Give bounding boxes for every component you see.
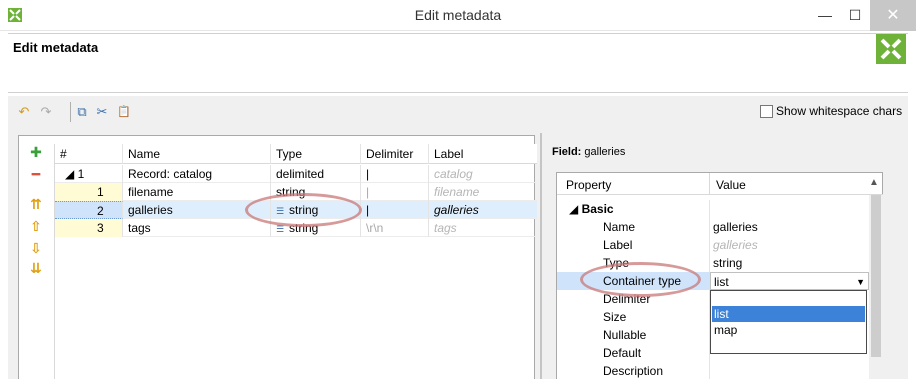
row-delimiter: | <box>361 201 429 219</box>
row-number: ◢ 1 <box>55 165 123 183</box>
field-title-prefix: Field: <box>552 146 582 158</box>
panel-divider[interactable] <box>540 133 542 379</box>
window-title: Edit metadata <box>414 7 502 23</box>
add-field-icon[interactable]: ✚ <box>28 144 44 160</box>
copy-icon[interactable]: ⧉ <box>74 104 90 120</box>
column-divider <box>709 218 710 236</box>
dialog-header: Edit metadata <box>8 33 908 93</box>
column-header-value[interactable]: Value <box>716 178 746 192</box>
column-header-name[interactable]: Name <box>123 144 271 164</box>
paste-icon[interactable]: 📋 <box>116 104 132 120</box>
move-up-icon[interactable]: ⇧ <box>28 218 44 234</box>
column-divider <box>709 236 710 254</box>
row-number: 2 <box>55 201 123 219</box>
property-name: Size <box>603 310 627 324</box>
column-header-property[interactable]: Property <box>566 178 611 192</box>
close-button[interactable]: ✕ <box>870 0 916 31</box>
row-label: catalog <box>434 167 473 181</box>
property-value: string <box>713 256 743 270</box>
move-bottom-icon[interactable]: ⇊ <box>28 260 44 276</box>
maximize-button[interactable]: ☐ <box>840 0 870 31</box>
row-label: galleries <box>434 203 479 217</box>
metadata-panel: ✚ ━ ⇈ ⇧ ⇩ ⇊ # Name Type Delimiter Label … <box>18 135 537 379</box>
row-delimiter: | <box>361 183 429 201</box>
toolbar: ↶ ↷ ⧉ ✂ 📋 Show whitespace chars <box>8 96 908 128</box>
property-name: Nullable <box>603 328 647 342</box>
column-divider <box>709 254 710 272</box>
column-divider <box>709 362 710 379</box>
row-tools: ✚ ━ ⇈ ⇧ ⇩ ⇊ <box>19 136 53 379</box>
basic-group[interactable]: ◢ Basic <box>557 200 869 218</box>
property-header: Property Value ▲ <box>557 173 883 195</box>
row-name: filename <box>123 183 271 201</box>
redo-icon[interactable]: ↷ <box>38 104 54 120</box>
row-name: Record: catalog <box>123 165 271 183</box>
dropdown-option-map[interactable]: map <box>712 322 865 338</box>
property-value: galleries <box>713 238 758 252</box>
title-bar: Edit metadata — ☐ ✕ <box>0 0 916 31</box>
column-divider <box>709 200 710 218</box>
property-name: Label <box>603 238 633 252</box>
property-row-label[interactable]: Label galleries <box>557 236 869 254</box>
property-row-name[interactable]: Name galleries <box>557 218 869 236</box>
scrollbar-thumb[interactable] <box>871 195 881 357</box>
property-row-description[interactable]: Description <box>557 362 869 379</box>
move-top-icon[interactable]: ⇈ <box>28 196 44 212</box>
minimize-button[interactable]: — <box>810 0 840 31</box>
row-label: tags <box>434 221 457 235</box>
property-name: Description <box>603 364 664 378</box>
toolbar-separator <box>70 102 71 122</box>
vertical-scrollbar[interactable] <box>869 195 883 379</box>
field-title-value: galleries <box>584 146 626 158</box>
cut-icon[interactable]: ✂ <box>94 104 110 120</box>
dropdown-option-list[interactable]: list <box>712 306 865 322</box>
select-value: list <box>714 275 729 289</box>
grid-header: # Name Type Delimiter Label <box>55 144 537 164</box>
show-whitespace-label: Show whitespace chars <box>776 104 903 118</box>
row-label: filename <box>434 185 480 199</box>
highlight-oval <box>580 262 701 297</box>
container-type-dropdown: list map <box>710 290 867 354</box>
highlight-oval <box>245 193 362 227</box>
scroll-up-icon[interactable]: ▲ <box>869 177 879 188</box>
property-name: Default <box>603 346 642 360</box>
remove-field-icon[interactable]: ━ <box>28 166 44 182</box>
field-title: Field: galleries <box>552 146 625 158</box>
chevron-down-icon[interactable]: ▼ <box>856 273 865 291</box>
column-header-delimiter[interactable]: Delimiter <box>361 144 429 164</box>
row-type: delimited <box>271 165 361 183</box>
column-header-number[interactable]: # <box>55 144 123 164</box>
property-value: galleries <box>713 220 758 234</box>
header-divider <box>709 173 710 195</box>
property-name: Name <box>603 220 636 234</box>
brand-logo-icon <box>876 34 906 64</box>
undo-icon[interactable]: ↶ <box>16 104 32 120</box>
row-number: 3 <box>55 219 123 237</box>
move-down-icon[interactable]: ⇩ <box>28 240 44 256</box>
row-number: 1 <box>55 183 123 201</box>
row-delimiter: \r\n <box>361 219 429 237</box>
fields-grid: # Name Type Delimiter Label ◢ 1 Record: … <box>54 144 537 379</box>
row-name: tags <box>123 219 271 237</box>
table-row-record[interactable]: ◢ 1 Record: catalog delimited | catalog <box>55 165 537 183</box>
column-header-label[interactable]: Label <box>429 144 537 164</box>
show-whitespace-checkbox[interactable] <box>760 105 773 118</box>
column-header-type[interactable]: Type <box>271 144 361 164</box>
container-type-select[interactable]: list ▼ <box>710 272 869 290</box>
dialog-title: Edit metadata <box>13 40 99 55</box>
group-label: ◢ Basic <box>569 202 614 216</box>
row-delimiter: | <box>361 165 429 183</box>
